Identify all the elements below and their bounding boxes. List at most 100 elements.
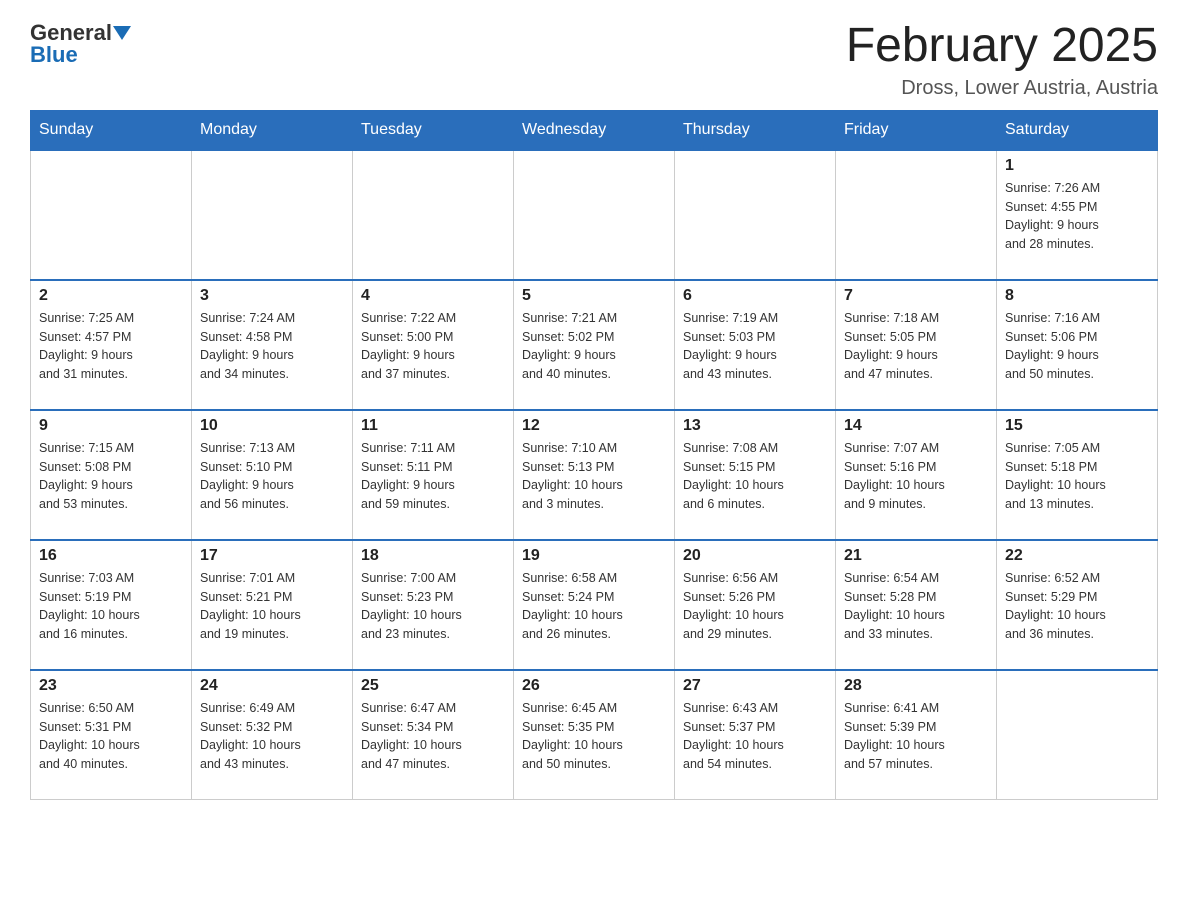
day-number: 5 <box>522 287 666 305</box>
header-saturday: Saturday <box>997 110 1158 150</box>
day-info: Sunrise: 7:26 AM Sunset: 4:55 PM Dayligh… <box>1005 179 1149 254</box>
day-number: 7 <box>844 287 988 305</box>
day-number: 21 <box>844 547 988 565</box>
day-number: 15 <box>1005 417 1149 435</box>
day-info: Sunrise: 6:43 AM Sunset: 5:37 PM Dayligh… <box>683 699 827 774</box>
table-row: 9 Sunrise: 7:15 AM Sunset: 5:08 PM Daylig… <box>31 410 192 540</box>
table-row <box>514 150 675 280</box>
day-number: 8 <box>1005 287 1149 305</box>
table-row <box>353 150 514 280</box>
day-number: 18 <box>361 547 505 565</box>
header-monday: Monday <box>192 110 353 150</box>
day-info: Sunrise: 7:13 AM Sunset: 5:10 PM Dayligh… <box>200 439 344 514</box>
day-info: Sunrise: 6:50 AM Sunset: 5:31 PM Dayligh… <box>39 699 183 774</box>
header-friday: Friday <box>836 110 997 150</box>
logo-triangle-icon <box>113 26 131 40</box>
day-info: Sunrise: 6:41 AM Sunset: 5:39 PM Dayligh… <box>844 699 988 774</box>
day-number: 22 <box>1005 547 1149 565</box>
table-row: 26 Sunrise: 6:45 AM Sunset: 5:35 PM Dayli… <box>514 670 675 800</box>
logo: General Blue <box>30 20 131 68</box>
day-number: 4 <box>361 287 505 305</box>
day-number: 27 <box>683 677 827 695</box>
day-info: Sunrise: 7:19 AM Sunset: 5:03 PM Dayligh… <box>683 309 827 384</box>
table-row: 25 Sunrise: 6:47 AM Sunset: 5:34 PM Dayli… <box>353 670 514 800</box>
calendar-week-5: 23Sunrise: 6:50 AM Sunset: 5:31 PM Dayli… <box>31 670 1158 800</box>
calendar-week-1: 1Sunrise: 7:26 AM Sunset: 4:55 PM Daylig… <box>31 150 1158 280</box>
table-row: 4 Sunrise: 7:22 AM Sunset: 5:00 PM Daylig… <box>353 280 514 410</box>
day-info: Sunrise: 7:11 AM Sunset: 5:11 PM Dayligh… <box>361 439 505 514</box>
day-info: Sunrise: 7:08 AM Sunset: 5:15 PM Dayligh… <box>683 439 827 514</box>
day-number: 12 <box>522 417 666 435</box>
table-row <box>836 150 997 280</box>
day-info: Sunrise: 7:22 AM Sunset: 5:00 PM Dayligh… <box>361 309 505 384</box>
day-info: Sunrise: 7:10 AM Sunset: 5:13 PM Dayligh… <box>522 439 666 514</box>
day-number: 20 <box>683 547 827 565</box>
day-info: Sunrise: 7:25 AM Sunset: 4:57 PM Dayligh… <box>39 309 183 384</box>
calendar-week-3: 9 Sunrise: 7:15 AM Sunset: 5:08 PM Daylig… <box>31 410 1158 540</box>
table-row <box>675 150 836 280</box>
day-number: 9 <box>39 417 183 435</box>
table-row: 2 Sunrise: 7:25 AM Sunset: 4:57 PM Daylig… <box>31 280 192 410</box>
day-info: Sunrise: 6:54 AM Sunset: 5:28 PM Dayligh… <box>844 569 988 644</box>
weekday-header-row: Sunday Monday Tuesday Wednesday Thursday… <box>31 110 1158 150</box>
day-number: 28 <box>844 677 988 695</box>
calendar-week-2: 2 Sunrise: 7:25 AM Sunset: 4:57 PM Daylig… <box>31 280 1158 410</box>
day-number: 25 <box>361 677 505 695</box>
day-info: Sunrise: 6:47 AM Sunset: 5:34 PM Dayligh… <box>361 699 505 774</box>
day-number: 26 <box>522 677 666 695</box>
day-number: 6 <box>683 287 827 305</box>
table-row <box>31 150 192 280</box>
day-number: 2 <box>39 287 183 305</box>
table-row: 10 Sunrise: 7:13 AM Sunset: 5:10 PM Dayli… <box>192 410 353 540</box>
table-row <box>192 150 353 280</box>
day-info: Sunrise: 6:45 AM Sunset: 5:35 PM Dayligh… <box>522 699 666 774</box>
table-row: 13 Sunrise: 7:08 AM Sunset: 5:15 PM Dayli… <box>675 410 836 540</box>
header-thursday: Thursday <box>675 110 836 150</box>
calendar-week-4: 16 Sunrise: 7:03 AM Sunset: 5:19 PM Dayli… <box>31 540 1158 670</box>
day-info: Sunrise: 7:21 AM Sunset: 5:02 PM Dayligh… <box>522 309 666 384</box>
logo-blue-text: Blue <box>30 42 131 68</box>
table-row: 27 Sunrise: 6:43 AM Sunset: 5:37 PM Dayli… <box>675 670 836 800</box>
table-row: 19 Sunrise: 6:58 AM Sunset: 5:24 PM Dayli… <box>514 540 675 670</box>
day-info: Sunrise: 7:00 AM Sunset: 5:23 PM Dayligh… <box>361 569 505 644</box>
table-row: 21 Sunrise: 6:54 AM Sunset: 5:28 PM Dayli… <box>836 540 997 670</box>
table-row: 11 Sunrise: 7:11 AM Sunset: 5:11 PM Dayli… <box>353 410 514 540</box>
table-row: 5 Sunrise: 7:21 AM Sunset: 5:02 PM Daylig… <box>514 280 675 410</box>
day-info: Sunrise: 7:03 AM Sunset: 5:19 PM Dayligh… <box>39 569 183 644</box>
table-row: 20 Sunrise: 6:56 AM Sunset: 5:26 PM Dayli… <box>675 540 836 670</box>
day-number: 19 <box>522 547 666 565</box>
location-title: Dross, Lower Austria, Austria <box>846 77 1158 100</box>
day-number: 16 <box>39 547 183 565</box>
day-info: Sunrise: 7:18 AM Sunset: 5:05 PM Dayligh… <box>844 309 988 384</box>
table-row: 17 Sunrise: 7:01 AM Sunset: 5:21 PM Dayli… <box>192 540 353 670</box>
day-number: 11 <box>361 417 505 435</box>
day-number: 10 <box>200 417 344 435</box>
day-info: Sunrise: 7:15 AM Sunset: 5:08 PM Dayligh… <box>39 439 183 514</box>
day-info: Sunrise: 6:56 AM Sunset: 5:26 PM Dayligh… <box>683 569 827 644</box>
table-row: 24Sunrise: 6:49 AM Sunset: 5:32 PM Dayli… <box>192 670 353 800</box>
day-number: 14 <box>844 417 988 435</box>
day-number: 17 <box>200 547 344 565</box>
table-row: 6 Sunrise: 7:19 AM Sunset: 5:03 PM Daylig… <box>675 280 836 410</box>
title-block: February 2025 Dross, Lower Austria, Aust… <box>846 20 1158 100</box>
calendar-table: Sunday Monday Tuesday Wednesday Thursday… <box>30 110 1158 801</box>
header-wednesday: Wednesday <box>514 110 675 150</box>
day-info: Sunrise: 6:52 AM Sunset: 5:29 PM Dayligh… <box>1005 569 1149 644</box>
day-number: 3 <box>200 287 344 305</box>
day-number: 13 <box>683 417 827 435</box>
month-title: February 2025 <box>846 20 1158 73</box>
day-info: Sunrise: 6:58 AM Sunset: 5:24 PM Dayligh… <box>522 569 666 644</box>
table-row: 3 Sunrise: 7:24 AM Sunset: 4:58 PM Daylig… <box>192 280 353 410</box>
page-header: General Blue February 2025 Dross, Lower … <box>30 20 1158 100</box>
table-row: 28 Sunrise: 6:41 AM Sunset: 5:39 PM Dayli… <box>836 670 997 800</box>
table-row: 22 Sunrise: 6:52 AM Sunset: 5:29 PM Dayli… <box>997 540 1158 670</box>
table-row: 23Sunrise: 6:50 AM Sunset: 5:31 PM Dayli… <box>31 670 192 800</box>
table-row: 18 Sunrise: 7:00 AM Sunset: 5:23 PM Dayli… <box>353 540 514 670</box>
day-info: Sunrise: 7:07 AM Sunset: 5:16 PM Dayligh… <box>844 439 988 514</box>
table-row: 7 Sunrise: 7:18 AM Sunset: 5:05 PM Daylig… <box>836 280 997 410</box>
day-info: Sunrise: 7:01 AM Sunset: 5:21 PM Dayligh… <box>200 569 344 644</box>
day-info: Sunrise: 7:16 AM Sunset: 5:06 PM Dayligh… <box>1005 309 1149 384</box>
day-info: Sunrise: 6:49 AM Sunset: 5:32 PM Dayligh… <box>200 699 344 774</box>
day-info: Sunrise: 7:24 AM Sunset: 4:58 PM Dayligh… <box>200 309 344 384</box>
table-row <box>997 670 1158 800</box>
